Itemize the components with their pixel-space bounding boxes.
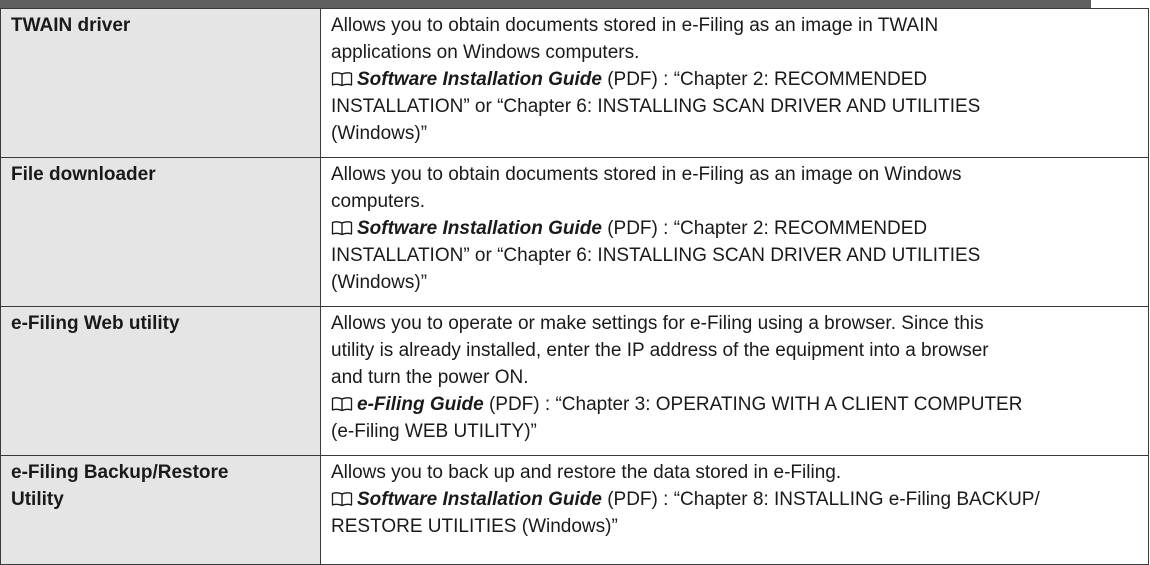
manual-reference: Software Installation Guide (PDF) : “Cha… (331, 218, 981, 293)
manual-reference: Software Installation Guide (PDF) : “Cha… (331, 489, 1040, 537)
guide-title: Software Installation Guide (357, 489, 602, 510)
book-icon (331, 72, 353, 87)
book-icon (331, 492, 353, 507)
row-description-cell: Allows you to back up and restore the da… (320, 455, 1149, 565)
guide-format: (PDF) (607, 489, 658, 510)
utilities-table: TWAIN driver Allows you to obtain docume… (0, 8, 1149, 565)
manual-reference: e-Filing Guide (PDF) : “Chapter 3: OPERA… (331, 394, 1023, 442)
book-icon (331, 397, 353, 412)
row-description: Allows you to back up and restore the da… (331, 462, 842, 483)
row-description-cell: Allows you to operate or make settings f… (320, 306, 1149, 456)
guide-format: (PDF) (607, 218, 658, 239)
row-label: e-Filing Backup/Restore Utility (0, 455, 321, 565)
guide-format: (PDF) (488, 394, 540, 415)
table-row: TWAIN driver Allows you to obtain docume… (0, 8, 1149, 158)
row-description: Allows you to obtain documents stored in… (331, 15, 939, 63)
row-description-cell: Allows you to obtain documents stored in… (320, 8, 1149, 158)
table-header-bar (0, 0, 1091, 8)
guide-title: Software Installation Guide (357, 218, 602, 239)
row-description: Allows you to obtain documents stored in… (331, 164, 962, 212)
row-description-cell: Allows you to obtain documents stored in… (320, 157, 1149, 307)
guide-title: Software Installation Guide (357, 69, 602, 90)
manual-reference: Software Installation Guide (PDF) : “Cha… (331, 69, 981, 144)
row-label: File downloader (0, 157, 321, 307)
guide-format: (PDF) (607, 69, 658, 90)
row-label: e-Filing Web utility (0, 306, 321, 456)
guide-title: e-Filing Guide (357, 394, 484, 415)
table-row: e-Filing Web utility Allows you to opera… (0, 306, 1149, 456)
table-row: File downloader Allows you to obtain doc… (0, 157, 1149, 307)
book-icon (331, 221, 353, 236)
row-label: TWAIN driver (0, 8, 321, 158)
table-row: e-Filing Backup/Restore Utility Allows y… (0, 455, 1149, 565)
row-description: Allows you to operate or make settings f… (331, 313, 989, 388)
